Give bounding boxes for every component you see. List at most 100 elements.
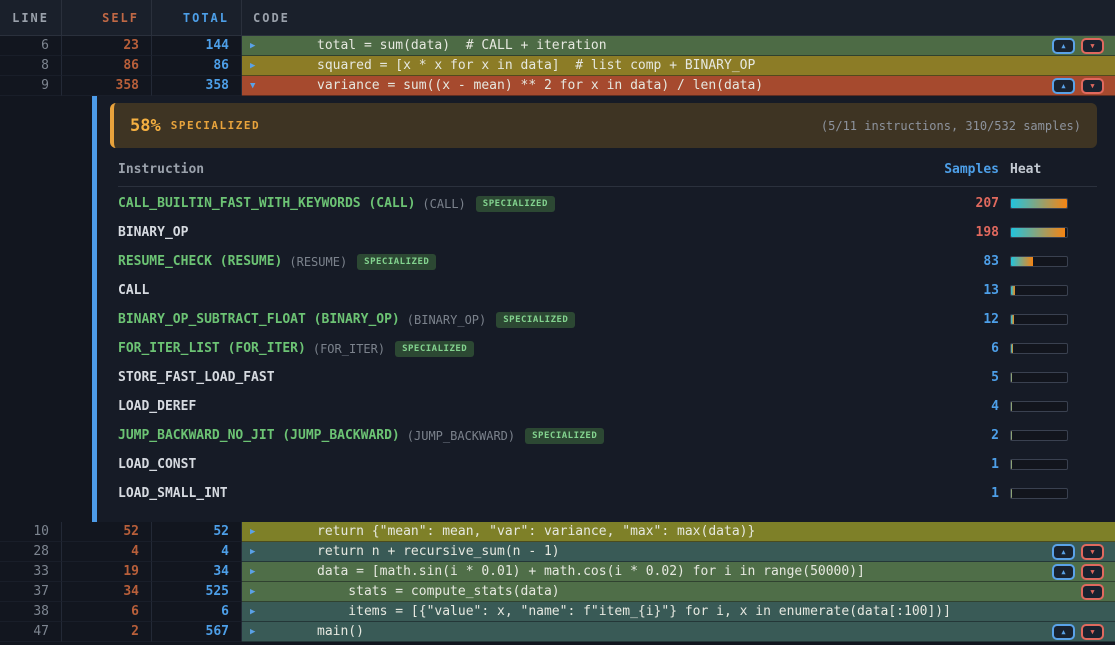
instruction-name: LOAD_DEREF: [118, 399, 196, 414]
instruction-base-name: (RESUME): [289, 255, 347, 269]
instruction-row: BINARY_OP198: [118, 218, 1097, 247]
heat-cell: [1010, 343, 1097, 354]
expanded-detail-panel: 58% SPECIALIZED (5/11 instructions, 310/…: [0, 96, 1115, 522]
expand-icon[interactable]: ▶: [250, 607, 262, 617]
instruction-samples: 1: [931, 486, 999, 501]
code-cell[interactable]: ▶ items = [{"value": x, "name": f"item_{…: [242, 602, 1115, 622]
instruction-name: LOAD_CONST: [118, 457, 196, 472]
heat-cell: [1010, 198, 1097, 209]
expand-icon[interactable]: ▶: [250, 61, 262, 71]
specialization-meta: (5/11 instructions, 310/532 samples): [821, 119, 1081, 133]
heat-bar: [1010, 488, 1068, 499]
code-text: variance = sum((x - mean) ** 2 for x in …: [317, 78, 763, 93]
self-samples: 4: [62, 542, 152, 562]
expand-icon[interactable]: ▶: [250, 567, 262, 577]
code-text: return n + recursive_sum(n - 1): [317, 544, 560, 559]
instruction-row: BINARY_OP_SUBTRACT_FLOAT (BINARY_OP)(BIN…: [118, 305, 1097, 334]
code-text: items = [{"value": x, "name": f"item_{i}…: [317, 604, 951, 619]
instruction-name-cell: LOAD_DEREF: [118, 399, 931, 414]
up-arrow-button[interactable]: ▲: [1052, 544, 1075, 560]
line-number: 33: [0, 562, 62, 582]
code-column-header: CODE: [242, 0, 1115, 35]
specialized-badge: SPECIALIZED: [395, 341, 474, 357]
code-row-line-8: 88686▶squared = [x * x for x in data] # …: [0, 56, 1115, 76]
collapse-icon[interactable]: ▼: [250, 81, 262, 91]
heat-bar: [1010, 314, 1068, 325]
instruction-name-cell: STORE_FAST_LOAD_FAST: [118, 370, 931, 385]
instruction-base-name: (FOR_ITER): [313, 342, 385, 356]
specialized-label: SPECIALIZED: [171, 119, 260, 132]
total-samples: 6: [152, 602, 242, 622]
instruction-base-name: (JUMP_BACKWARD): [407, 429, 515, 443]
self-samples: 358: [62, 76, 152, 96]
specialized-badge: SPECIALIZED: [476, 196, 555, 212]
line-number: 10: [0, 522, 62, 542]
instruction-name-cell: CALL_BUILTIN_FAST_WITH_KEYWORDS (CALL)(C…: [118, 196, 931, 212]
code-row-line-6: 623144▶total = sum(data) # CALL + iterat…: [0, 36, 1115, 56]
code-text: total = sum(data) # CALL + iteration: [317, 38, 607, 53]
heat-cell: [1010, 227, 1097, 238]
code-cell[interactable]: ▶ total = sum(data) # CALL + iteration ▲ ▼: [242, 36, 1115, 56]
instruction-row: FOR_ITER_LIST (FOR_ITER)(FOR_ITER)SPECIA…: [118, 334, 1097, 363]
code-cell[interactable]: ▶ data = [math.sin(i * 0.01) + math.cos(i…: [242, 562, 1115, 582]
expand-icon[interactable]: ▶: [250, 547, 262, 557]
up-arrow-button[interactable]: ▲: [1052, 78, 1075, 94]
up-arrow-button[interactable]: ▲: [1052, 564, 1075, 580]
down-arrow-button[interactable]: ▼: [1081, 584, 1104, 600]
expand-icon[interactable]: ▶: [250, 627, 262, 637]
instruction-samples: 6: [931, 341, 999, 356]
heat-cell: [1010, 430, 1097, 441]
instruction-name: JUMP_BACKWARD_NO_JIT (JUMP_BACKWARD): [118, 428, 400, 443]
heat-column-header: Heat: [1010, 162, 1097, 177]
total-samples: 144: [152, 36, 242, 56]
down-arrow-button[interactable]: ▼: [1081, 624, 1104, 640]
heat-bar-fill: [1011, 431, 1012, 440]
down-arrow-button[interactable]: ▼: [1081, 544, 1104, 560]
instruction-name-cell: LOAD_CONST: [118, 457, 931, 472]
heat-cell: [1010, 488, 1097, 499]
code-cell[interactable]: ▶ squared = [x * x for x in data] # list …: [242, 56, 1115, 76]
instruction-name-cell: LOAD_SMALL_INT: [118, 486, 931, 501]
instruction-samples: 5: [931, 370, 999, 385]
instruction-name-cell: BINARY_OP: [118, 225, 931, 240]
heat-bar-fill: [1011, 373, 1012, 382]
samples-column-header: Samples: [931, 162, 999, 177]
instruction-name: LOAD_SMALL_INT: [118, 486, 228, 501]
heat-bar-fill: [1011, 315, 1014, 324]
specialized-badge: SPECIALIZED: [357, 254, 436, 270]
heat-bar-fill: [1011, 199, 1067, 208]
up-arrow-button[interactable]: ▲: [1052, 38, 1075, 54]
specialized-percent: 58%: [130, 116, 161, 136]
code-cell[interactable]: ▶return {"mean": mean, "var": variance, …: [242, 522, 1115, 542]
expand-icon[interactable]: ▶: [250, 587, 262, 597]
code-text: squared = [x * x for x in data] # list c…: [317, 58, 755, 73]
instruction-samples: 83: [931, 254, 999, 269]
heat-cell: [1010, 314, 1097, 325]
heat-cell: [1010, 372, 1097, 383]
down-arrow-button[interactable]: ▼: [1081, 564, 1104, 580]
down-arrow-button[interactable]: ▼: [1081, 78, 1104, 94]
instruction-row: STORE_FAST_LOAD_FAST5: [118, 363, 1097, 392]
line-number: 6: [0, 36, 62, 56]
expand-icon[interactable]: ▶: [250, 527, 262, 537]
heat-bar-fill: [1011, 257, 1033, 266]
code-cell[interactable]: ▼ variance = sum((x - mean) ** 2 for x in…: [242, 76, 1115, 96]
total-samples: 34: [152, 562, 242, 582]
specialized-badge: SPECIALIZED: [525, 428, 604, 444]
code-text: data = [math.sin(i * 0.01) + math.cos(i …: [317, 564, 865, 579]
line-number: 47: [0, 622, 62, 642]
code-rows-bottom: 105252▶return {"mean": mean, "var": vari…: [0, 522, 1115, 642]
code-cell[interactable]: ▶ return n + recursive_sum(n - 1) ▲ ▼: [242, 542, 1115, 562]
instruction-samples: 2: [931, 428, 999, 443]
code-cell[interactable]: ▶ stats = compute_stats(data)▼: [242, 582, 1115, 602]
heat-bar-fill: [1011, 460, 1012, 469]
down-arrow-button[interactable]: ▼: [1081, 38, 1104, 54]
up-arrow-button[interactable]: ▲: [1052, 624, 1075, 640]
instruction-samples: 207: [931, 196, 999, 211]
instruction-row: JUMP_BACKWARD_NO_JIT (JUMP_BACKWARD) (JUM…: [118, 421, 1097, 450]
expand-icon[interactable]: ▶: [250, 41, 262, 51]
instruction-samples: 12: [931, 312, 999, 327]
code-cell[interactable]: ▶main()▲▼: [242, 622, 1115, 642]
instruction-name-cell: CALL: [118, 283, 931, 298]
heat-cell: [1010, 285, 1097, 296]
